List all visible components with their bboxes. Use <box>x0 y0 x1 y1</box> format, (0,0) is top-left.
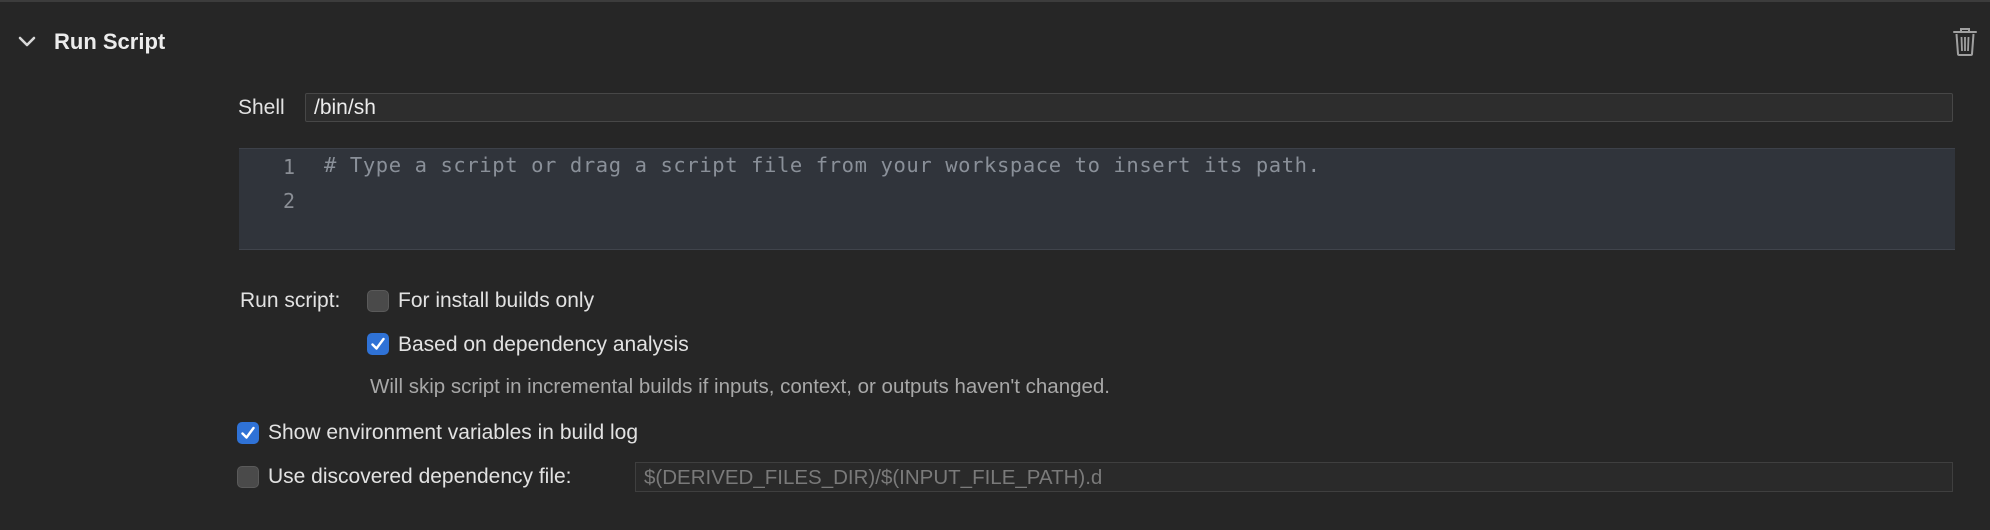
chevron-down-icon[interactable] <box>16 32 38 52</box>
dependency-analysis-checkbox[interactable] <box>367 333 389 355</box>
shell-input[interactable]: /bin/sh <box>305 93 1953 122</box>
show-env-label[interactable]: Show environment variables in build log <box>268 421 638 445</box>
trash-icon[interactable] <box>1952 27 1978 57</box>
dependency-file-input[interactable] <box>642 465 1946 491</box>
shell-label: Shell <box>238 96 285 119</box>
line-number: 2 <box>282 189 295 213</box>
dependency-analysis-label[interactable]: Based on dependency analysis <box>398 333 689 357</box>
dependency-analysis-note: Will skip script in incremental builds i… <box>370 375 1111 398</box>
line-number: 1 <box>282 155 295 179</box>
checkmark-icon <box>241 426 255 439</box>
checkmark-icon <box>371 337 385 350</box>
install-builds-checkbox[interactable] <box>367 290 389 312</box>
install-builds-label[interactable]: For install builds only <box>398 289 594 313</box>
dependency-file-checkbox[interactable] <box>237 466 259 488</box>
script-editor[interactable]: 1 2 # Type a script or drag a script fil… <box>239 148 1955 250</box>
shell-value: /bin/sh <box>314 96 376 119</box>
dependency-file-field[interactable] <box>635 462 1953 492</box>
phase-header: Run Script <box>0 2 1990 78</box>
show-env-checkbox[interactable] <box>237 422 259 444</box>
run-script-label: Run script: <box>240 289 341 312</box>
script-line: # Type a script or drag a script file fr… <box>324 153 1321 177</box>
phase-title[interactable]: Run Script <box>54 29 165 55</box>
dependency-file-label[interactable]: Use discovered dependency file: <box>268 465 572 489</box>
